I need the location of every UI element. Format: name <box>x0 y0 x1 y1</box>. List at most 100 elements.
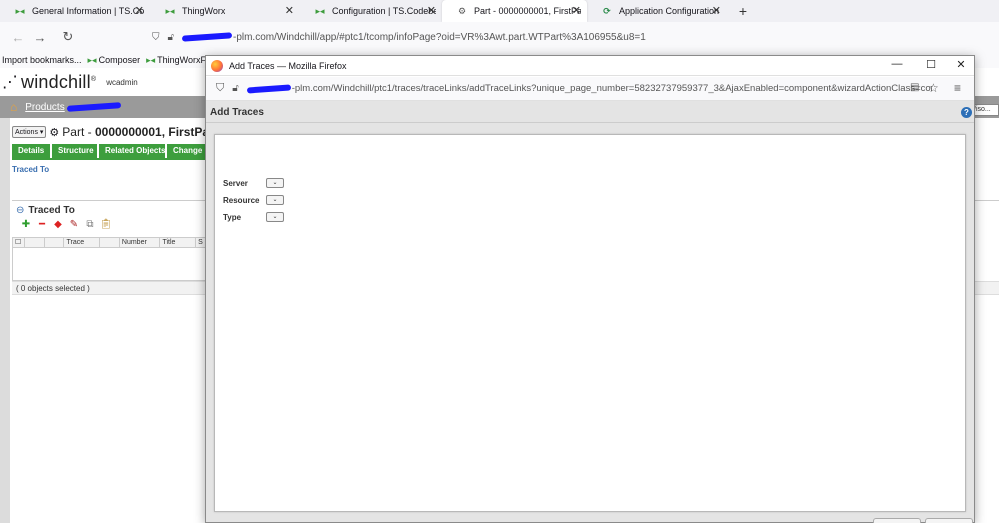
resource-field-row: Resource ⌄ <box>223 194 284 206</box>
browser-tab-thingworx[interactable]: ▸◂ ThingWorx ✕ <box>150 0 300 22</box>
windchill-header: ⋰ windchill® wcadmin <box>0 68 206 96</box>
bookmark-label: Composer <box>98 54 141 65</box>
table-header: ☐ Trace Number Title S <box>12 237 206 248</box>
collapse-icon[interactable]: ⊖ <box>16 205 24 216</box>
close-icon[interactable]: ✕ <box>285 5 294 17</box>
panel-title: ⊖ Traced To <box>16 205 75 216</box>
close-icon[interactable]: ✕ <box>572 5 581 17</box>
column-header[interactable] <box>45 238 65 247</box>
info-page-tabs: Details Structure Related Objects Change <box>12 144 209 158</box>
tab-label: Part - 0000000001, FirstPart, A.1 <box>474 6 581 16</box>
windchill-logo-icon: ⋰ <box>2 74 18 91</box>
paste-icon[interactable]: 📋︎ <box>98 219 114 233</box>
shield-icon[interactable]: ⛉ <box>152 32 160 43</box>
browser-tab-part[interactable]: ⚙ Part - 0000000001, FirstPart, A.1 ✕ <box>442 0 587 22</box>
tab-details[interactable]: Details <box>12 144 50 158</box>
tab-label: Configuration | TS.Codebeamer <box>332 6 436 16</box>
table-body <box>12 248 206 281</box>
breadcrumb-products[interactable]: Products <box>25 102 64 113</box>
redacted-hostname <box>181 32 233 42</box>
clipped-field: /iso... <box>971 104 999 116</box>
close-icon[interactable]: ✕ <box>712 5 721 17</box>
chevron-down-icon: ⌄ <box>272 214 278 220</box>
page-title-prefix: Part - <box>62 125 95 139</box>
wizard-title: Add Traces <box>210 107 264 118</box>
chevron-down-icon: ⌄ <box>272 197 278 203</box>
close-icon[interactable]: ✕ <box>135 5 144 17</box>
navigator-sidebar[interactable] <box>0 118 10 523</box>
tab-label: Application Configuration <box>619 6 720 16</box>
copy-icon[interactable]: ⧉ <box>82 219 98 233</box>
server-label: Server <box>223 178 248 188</box>
help-icon[interactable]: ? <box>961 107 972 118</box>
column-header[interactable] <box>25 238 45 247</box>
bookmark-import[interactable]: Import bookmarks... <box>2 55 82 65</box>
column-header[interactable] <box>100 238 120 247</box>
browser-tab-general-information[interactable]: ▸◂ General Information | TS.Codeb ✕ <box>0 0 150 22</box>
redacted-hostname <box>246 83 291 94</box>
windchill-logo: windchill® <box>21 71 97 92</box>
wizard-footer-button-2[interactable] <box>925 518 973 523</box>
lock-icon[interactable]: 🔓︎ <box>232 83 238 94</box>
bookmark-star-icon[interactable]: ☆ <box>928 81 939 95</box>
popup-window-title: Add Traces — Mozilla Firefox <box>229 60 347 71</box>
server-field-row: Server ⌄ <box>223 177 284 189</box>
type-label: Type <box>223 212 242 222</box>
wizard-form-panel: Server ⌄ Resource ⌄ Type ⌄ <box>214 134 966 512</box>
actions-menu-button[interactable]: Actions ▾ <box>12 126 47 138</box>
add-traces-popup-window: Add Traces — Mozilla Firefox — ☐ ✕ ⛉ 🔓︎ … <box>205 55 975 523</box>
thingworx-icon: ▸◂ <box>315 5 325 16</box>
close-icon[interactable]: ✕ <box>427 5 436 17</box>
browser-nav-bar: ← → ↻ ⛉ 🔓︎ -plm.com/Windchill/app/#ptc1/… <box>0 22 999 52</box>
browser-tab-configuration[interactable]: ▸◂ Configuration | TS.Codebeamer ✕ <box>300 0 442 22</box>
tab-change[interactable]: Change <box>167 144 207 158</box>
resource-select[interactable]: ⌄ <box>266 195 284 205</box>
shield-icon[interactable]: ⛉ <box>216 82 224 95</box>
back-arrow-icon[interactable]: ← <box>8 30 28 45</box>
table-toolbar: ✚ ━ ◆ ✎ ⧉ 📋︎ <box>18 219 114 233</box>
reload-icon[interactable]: ↻ <box>58 29 78 45</box>
tab-structure[interactable]: Structure <box>52 144 97 158</box>
reader-view-icon[interactable]: ▤ <box>910 82 919 93</box>
resource-label: Resource <box>223 195 260 205</box>
type-select[interactable]: ⌄ <box>266 212 284 222</box>
page-title-row: Actions ▾ ⚙ Part - 0000000001, FirstPart… <box>12 124 233 140</box>
wizard-footer-button-1[interactable] <box>873 518 921 523</box>
thingworx-icon: ▸◂ <box>146 54 156 65</box>
minimize-icon[interactable]: — <box>882 58 912 70</box>
tab-label: ThingWorx <box>182 6 226 16</box>
windchill-icon: ⚙ <box>457 5 467 16</box>
delete-icon[interactable]: ◆ <box>50 219 66 233</box>
column-header-s[interactable]: S <box>196 238 205 247</box>
bookmark-composer[interactable]: ▸◂ Composer <box>88 55 141 66</box>
chevron-down-icon: ⌄ <box>272 180 278 186</box>
server-select[interactable]: ⌄ <box>266 178 284 188</box>
close-icon[interactable]: ✕ <box>946 58 976 71</box>
forward-arrow-icon[interactable]: → <box>30 30 50 45</box>
browser-tab-strip: ▸◂ General Information | TS.Codeb ✕ ▸◂ T… <box>0 0 999 22</box>
hamburger-menu-icon[interactable]: ≡ <box>954 81 961 95</box>
home-icon[interactable]: ⌂ <box>10 100 17 114</box>
column-header-number[interactable]: Number <box>120 238 161 247</box>
wizard-body: Add Traces ? Server ⌄ Resource ⌄ Type ⌄ <box>206 101 974 522</box>
select-all-checkbox[interactable]: ☐ <box>13 238 25 247</box>
edit-trace-icon[interactable]: ✎ <box>66 219 82 233</box>
maximize-icon[interactable]: ☐ <box>916 58 946 71</box>
column-header-title[interactable]: Title <box>160 238 197 247</box>
app-config-icon: ⟳ <box>603 5 611 16</box>
column-header-trace[interactable]: Trace <box>64 238 101 247</box>
add-icon[interactable]: ✚ <box>18 219 34 233</box>
popup-titlebar: Add Traces — Mozilla Firefox — ☐ ✕ <box>206 56 974 76</box>
tab-label: General Information | TS.Codeb <box>32 6 144 16</box>
popup-url-text: -plm.com/Windchill/ptc1/traces/traceLink… <box>291 83 932 94</box>
popup-url-bar[interactable]: ⛉ 🔓︎ -plm.com/Windchill/ptc1/traces/trac… <box>206 77 974 101</box>
url-bar[interactable]: ⛉ 🔓︎ -plm.com/Windchill/app/#ptc1/tcomp/… <box>152 25 646 49</box>
browser-tab-application-configuration[interactable]: ⟳ Application Configuration ✕ <box>587 0 727 22</box>
remove-icon[interactable]: ━ <box>34 219 50 233</box>
traced-to-link[interactable]: Traced To <box>12 165 49 174</box>
tab-related-objects[interactable]: Related Objects <box>99 144 165 158</box>
redacted-breadcrumb <box>66 102 121 112</box>
new-tab-button[interactable]: + <box>735 3 751 19</box>
lock-icon[interactable]: 🔓︎ <box>168 32 174 43</box>
type-field-row: Type ⌄ <box>223 211 284 223</box>
